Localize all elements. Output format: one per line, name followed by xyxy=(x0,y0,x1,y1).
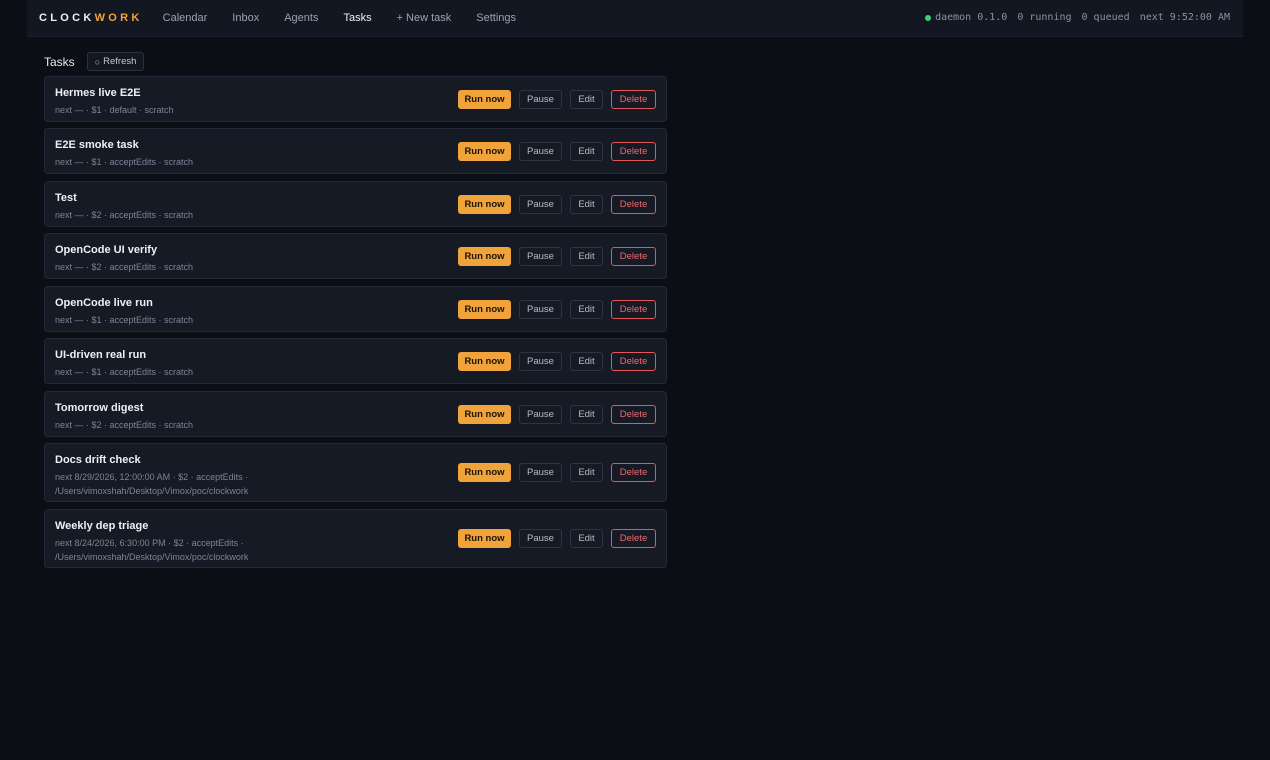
delete-button[interactable]: Delete xyxy=(611,90,656,109)
pause-button[interactable]: Pause xyxy=(519,142,562,161)
refresh-button[interactable]: ○ Refresh xyxy=(86,52,145,71)
run-now-button[interactable]: Run now xyxy=(458,247,511,266)
run-now-button[interactable]: Run now xyxy=(458,195,511,214)
task-card: Tomorrow digest next — · $2 · acceptEdit… xyxy=(44,391,667,437)
task-name: Test xyxy=(55,192,77,204)
task-meta: next — · $1 · default · scratch xyxy=(55,105,174,115)
task-card: Weekly dep triage next 8/24/2026, 6:30:0… xyxy=(44,509,667,568)
brand-text-work: WORK xyxy=(94,12,143,24)
task-card: Docs drift check next 8/29/2026, 12:00:0… xyxy=(44,443,667,502)
edit-button[interactable]: Edit xyxy=(570,529,603,548)
task-name: Docs drift check xyxy=(55,454,141,466)
nav-agents[interactable]: Agents xyxy=(284,12,318,24)
daemon-version: daemon 0.1.0 xyxy=(935,12,1008,23)
delete-button[interactable]: Delete xyxy=(611,300,656,319)
delete-button[interactable]: Delete xyxy=(611,352,656,371)
task-card: UI-driven real run next — · $1 · acceptE… xyxy=(44,338,667,384)
run-now-button[interactable]: Run now xyxy=(458,300,511,319)
task-actions: Run now Pause Edit Delete xyxy=(458,405,656,424)
edit-button[interactable]: Edit xyxy=(570,142,603,161)
task-name: Weekly dep triage xyxy=(55,520,149,532)
task-meta: next 8/24/2026, 6:30:00 PM · $2 · accept… xyxy=(55,538,249,562)
task-card: E2E smoke task next — · $1 · acceptEdits… xyxy=(44,128,667,174)
run-now-button[interactable]: Run now xyxy=(458,529,511,548)
pause-button[interactable]: Pause xyxy=(519,352,562,371)
edit-button[interactable]: Edit xyxy=(570,90,603,109)
brand-text-clock: CLOCK xyxy=(39,12,95,24)
task-actions: Run now Pause Edit Delete xyxy=(458,142,656,161)
task-name: OpenCode live run xyxy=(55,297,153,309)
pause-button[interactable]: Pause xyxy=(519,300,562,319)
pause-button[interactable]: Pause xyxy=(519,195,562,214)
task-card: Hermes live E2E next — · $1 · default · … xyxy=(44,76,667,122)
refresh-icon: ○ xyxy=(94,56,101,67)
task-actions: Run now Pause Edit Delete xyxy=(458,463,656,482)
refresh-label: Refresh xyxy=(103,56,137,67)
task-meta: next 8/29/2026, 12:00:00 AM · $2 · accep… xyxy=(55,472,249,496)
task-actions: Run now Pause Edit Delete xyxy=(458,90,656,109)
run-now-button[interactable]: Run now xyxy=(458,463,511,482)
nav-settings[interactable]: Settings xyxy=(476,12,516,24)
task-name: Hermes live E2E xyxy=(55,87,141,99)
task-name: OpenCode UI verify xyxy=(55,244,158,256)
task-meta: next — · $2 · acceptEdits · scratch xyxy=(55,210,194,220)
task-meta: next — · $1 · acceptEdits · scratch xyxy=(55,157,194,167)
delete-button[interactable]: Delete xyxy=(611,195,656,214)
edit-button[interactable]: Edit xyxy=(570,405,603,424)
run-now-button[interactable]: Run now xyxy=(458,352,511,371)
pause-button[interactable]: Pause xyxy=(519,463,562,482)
nav-inbox[interactable]: Inbox xyxy=(232,12,259,24)
task-card: OpenCode live run next — · $1 · acceptEd… xyxy=(44,286,667,332)
page-title: Tasks xyxy=(44,54,75,69)
pause-button[interactable]: Pause xyxy=(519,529,562,548)
pause-button[interactable]: Pause xyxy=(519,247,562,266)
next-run-time: next 9:52:00 AM xyxy=(1139,12,1230,23)
run-now-button[interactable]: Run now xyxy=(458,90,511,109)
top-navbar: CLOCK WORK Calendar Inbox Agents Tasks + … xyxy=(27,0,1243,37)
task-actions: Run now Pause Edit Delete xyxy=(458,529,656,548)
task-actions: Run now Pause Edit Delete xyxy=(458,195,656,214)
task-name: Tomorrow digest xyxy=(55,402,144,414)
task-actions: Run now Pause Edit Delete xyxy=(458,352,656,371)
delete-button[interactable]: Delete xyxy=(611,463,656,482)
delete-button[interactable]: Delete xyxy=(611,247,656,266)
queued-count: 0 queued xyxy=(1081,12,1130,23)
edit-button[interactable]: Edit xyxy=(570,247,603,266)
nav-calendar[interactable]: Calendar xyxy=(163,12,208,24)
edit-button[interactable]: Edit xyxy=(570,300,603,319)
task-card: Test next — · $2 · acceptEdits · scratch… xyxy=(44,181,667,227)
task-meta: next — · $2 · acceptEdits · scratch xyxy=(55,420,194,430)
nav-new-task[interactable]: + New task xyxy=(397,12,452,24)
delete-button[interactable]: Delete xyxy=(611,142,656,161)
main-nav: Calendar Inbox Agents Tasks + New task S… xyxy=(163,12,541,24)
edit-button[interactable]: Edit xyxy=(570,352,603,371)
run-now-button[interactable]: Run now xyxy=(458,405,511,424)
edit-button[interactable]: Edit xyxy=(570,463,603,482)
task-card: OpenCode UI verify next — · $2 · acceptE… xyxy=(44,233,667,279)
pause-button[interactable]: Pause xyxy=(519,90,562,109)
task-actions: Run now Pause Edit Delete xyxy=(458,300,656,319)
status-dot-icon xyxy=(925,14,932,21)
task-name: E2E smoke task xyxy=(55,139,139,151)
daemon-status: daemon 0.1.0 0 running 0 queued next 9:5… xyxy=(925,12,1230,23)
task-name: UI-driven real run xyxy=(55,349,147,361)
nav-tasks[interactable]: Tasks xyxy=(343,12,371,24)
delete-button[interactable]: Delete xyxy=(611,405,656,424)
app-logo[interactable]: CLOCK WORK xyxy=(39,12,143,24)
task-meta: next — · $1 · acceptEdits · scratch xyxy=(55,315,194,325)
task-meta: next — · $1 · acceptEdits · scratch xyxy=(55,367,194,377)
pause-button[interactable]: Pause xyxy=(519,405,562,424)
edit-button[interactable]: Edit xyxy=(570,195,603,214)
run-now-button[interactable]: Run now xyxy=(458,142,511,161)
running-count: 0 running xyxy=(1017,12,1072,23)
task-actions: Run now Pause Edit Delete xyxy=(458,247,656,266)
task-meta: next — · $2 · acceptEdits · scratch xyxy=(55,262,194,272)
page-header: Tasks ○ Refresh xyxy=(44,52,145,71)
delete-button[interactable]: Delete xyxy=(611,529,656,548)
